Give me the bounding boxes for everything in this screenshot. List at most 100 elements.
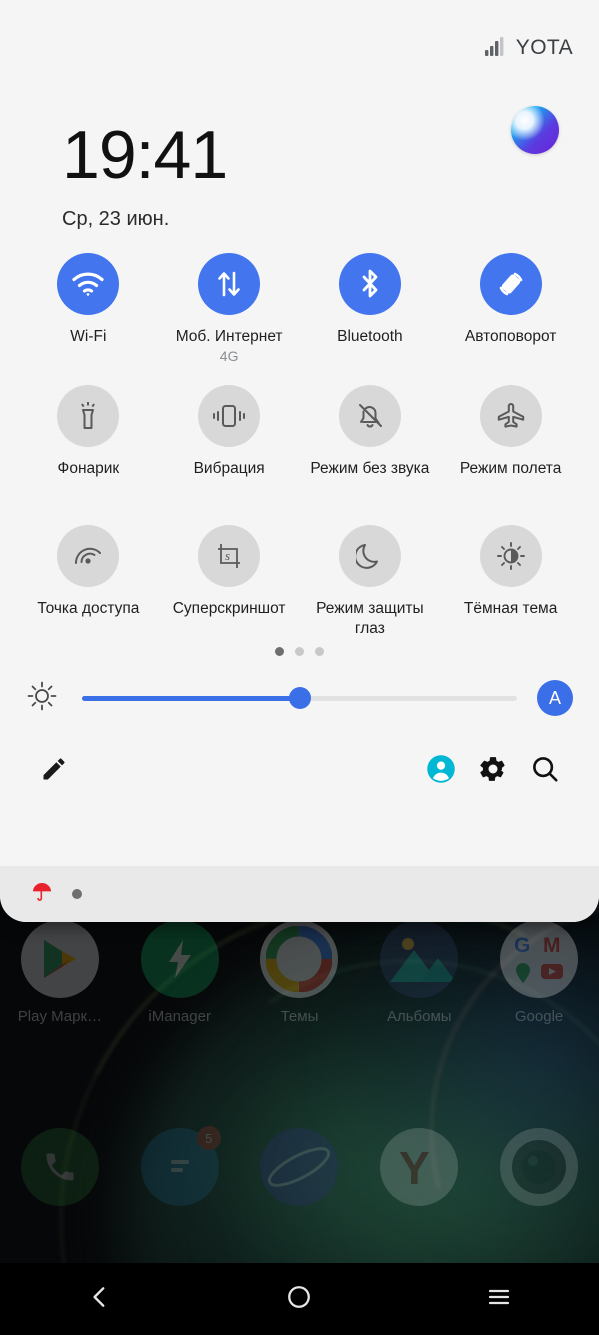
app-label: Темы bbox=[280, 1008, 319, 1025]
auto-brightness-button[interactable]: A bbox=[537, 680, 573, 716]
camera-icon bbox=[500, 1128, 579, 1206]
mobile-data-icon bbox=[198, 253, 261, 315]
page-indicator[interactable] bbox=[0, 647, 599, 656]
clock-date: Ср, 23 июн. bbox=[62, 208, 170, 230]
dock-phone[interactable] bbox=[0, 1128, 120, 1206]
flashlight-icon bbox=[57, 385, 120, 447]
brightness-slider-fill bbox=[82, 695, 300, 701]
toggle-label: Суперскриншот bbox=[172, 600, 286, 617]
toggle-mute[interactable]: Режим без звука bbox=[300, 385, 441, 525]
dark-theme-icon bbox=[479, 525, 542, 587]
recents-button[interactable] bbox=[454, 1273, 544, 1325]
search-button[interactable] bbox=[519, 745, 571, 797]
carrier-label: YOTA bbox=[515, 36, 573, 59]
toggle-vibration[interactable]: Вибрация bbox=[159, 385, 300, 525]
gear-icon bbox=[478, 754, 508, 789]
screenshot-icon: s bbox=[198, 525, 261, 587]
wifi-icon bbox=[57, 253, 120, 315]
quick-settings-panel: YOTA 19:41 Ср, 23 июн. Wi-Fi Моб. Интерн… bbox=[0, 0, 599, 922]
toggle-auto-rotate[interactable]: Автоповорот bbox=[440, 253, 581, 385]
status-bar: YOTA bbox=[0, 0, 599, 96]
app-label: Play Марк… bbox=[17, 1008, 103, 1025]
eye-comfort-moon-icon bbox=[338, 525, 401, 587]
brightness-slider[interactable] bbox=[82, 687, 517, 709]
user-account-icon bbox=[426, 754, 456, 789]
toggle-mobile-data[interactable]: Моб. Интернет 4G bbox=[159, 253, 300, 385]
notification-badge: 5 bbox=[196, 1126, 221, 1150]
brightness-sun-icon bbox=[26, 680, 58, 717]
page-dot-2[interactable] bbox=[295, 647, 304, 656]
navigation-bar bbox=[0, 1263, 599, 1335]
quick-toggle-grid: Wi-Fi Моб. Интернет 4G Bluetooth Автопов… bbox=[0, 253, 599, 643]
home-circle-icon bbox=[286, 1284, 312, 1315]
app-albums[interactable]: Альбомы bbox=[359, 920, 479, 1025]
albums-icon bbox=[380, 920, 459, 998]
dock-yandex[interactable]: Y bbox=[359, 1128, 479, 1206]
app-label: iManager bbox=[148, 1008, 211, 1025]
dock-messages[interactable]: 5 bbox=[120, 1126, 240, 1206]
recents-menu-icon bbox=[485, 1285, 513, 1314]
app-imanager[interactable]: iManager bbox=[120, 920, 240, 1025]
toggle-row-3: Точка доступа s Суперскриншот Режим защи… bbox=[18, 525, 581, 643]
auto-rotate-icon bbox=[479, 253, 542, 315]
hotspot-icon bbox=[57, 525, 120, 587]
home-button[interactable] bbox=[254, 1273, 344, 1325]
imanager-icon bbox=[140, 920, 219, 998]
toggle-sublabel: 4G bbox=[219, 348, 239, 364]
settings-button[interactable] bbox=[467, 745, 519, 797]
toggle-flashlight[interactable]: Фонарик bbox=[18, 385, 159, 525]
airplane-icon bbox=[479, 385, 542, 447]
app-google-folder[interactable]: G M Google bbox=[479, 920, 599, 1025]
toggle-label: Фонарик bbox=[57, 460, 120, 477]
back-button[interactable] bbox=[55, 1273, 145, 1325]
svg-text:M: M bbox=[543, 934, 561, 957]
toggle-bluetooth[interactable]: Bluetooth bbox=[300, 253, 441, 385]
clock-block[interactable]: 19:41 Ср, 23 июн. bbox=[0, 96, 599, 231]
profile-blob-icon[interactable] bbox=[511, 106, 559, 154]
app-play-market[interactable]: Play Марк… bbox=[0, 920, 120, 1025]
home-app-row: Play Марк… iManager Темы Альбомы G M Goo… bbox=[0, 920, 599, 1025]
account-button[interactable] bbox=[415, 745, 467, 797]
page-dot-3[interactable] bbox=[315, 647, 324, 656]
google-folder-icon: G M bbox=[500, 920, 579, 998]
svg-text:s: s bbox=[225, 548, 230, 563]
toggle-label: Режим защиты глаз bbox=[316, 600, 424, 637]
toggle-label: Wi-Fi bbox=[70, 328, 107, 345]
toggle-airplane[interactable]: Режим полета bbox=[440, 385, 581, 525]
notification-shelf[interactable] bbox=[0, 866, 599, 922]
vibration-icon bbox=[198, 385, 261, 447]
toggle-label: Тёмная тема bbox=[463, 600, 558, 617]
page-dot-1[interactable] bbox=[275, 647, 284, 656]
play-store-icon bbox=[20, 920, 99, 998]
toggle-row-1: Wi-Fi Моб. Интернет 4G Bluetooth Автопов… bbox=[18, 253, 581, 385]
themes-icon bbox=[260, 920, 339, 998]
phone-icon bbox=[20, 1128, 99, 1206]
messages-icon: 5 bbox=[140, 1126, 221, 1206]
brightness-slider-thumb[interactable] bbox=[288, 687, 311, 709]
toggle-eye-comfort[interactable]: Режим защиты глаз bbox=[300, 525, 441, 643]
svg-text:G: G bbox=[514, 934, 530, 957]
back-chevron-icon bbox=[87, 1284, 113, 1315]
toggle-hotspot[interactable]: Точка доступа bbox=[18, 525, 159, 643]
yandex-icon: Y bbox=[380, 1128, 459, 1206]
toggle-dark-theme[interactable]: Тёмная тема bbox=[440, 525, 581, 643]
pencil-edit-icon bbox=[40, 755, 68, 788]
brightness-row: A bbox=[0, 664, 599, 732]
toggle-wifi[interactable]: Wi-Fi bbox=[18, 253, 159, 385]
home-dock-row: 5 Y bbox=[0, 1126, 599, 1206]
umbrella-icon bbox=[30, 880, 54, 909]
search-icon bbox=[530, 754, 560, 789]
toggle-row-2: Фонарик Вибрация Режим без звука Режим п… bbox=[18, 385, 581, 525]
dock-camera[interactable] bbox=[479, 1128, 599, 1206]
toggle-label: Bluetooth bbox=[337, 328, 403, 345]
mute-bell-icon bbox=[338, 385, 401, 447]
toggle-label: Автоповорот bbox=[464, 328, 557, 345]
toggle-label: Точка доступа bbox=[37, 600, 140, 617]
edit-button[interactable] bbox=[28, 745, 80, 797]
app-label: Альбомы bbox=[386, 1008, 452, 1025]
dock-browser[interactable] bbox=[240, 1128, 360, 1206]
toggle-label: Режим без звука bbox=[310, 460, 430, 477]
toggle-super-screenshot[interactable]: s Суперскриншот bbox=[159, 525, 300, 643]
svg-text:Y: Y bbox=[399, 1142, 430, 1192]
app-themes[interactable]: Темы bbox=[240, 920, 360, 1025]
